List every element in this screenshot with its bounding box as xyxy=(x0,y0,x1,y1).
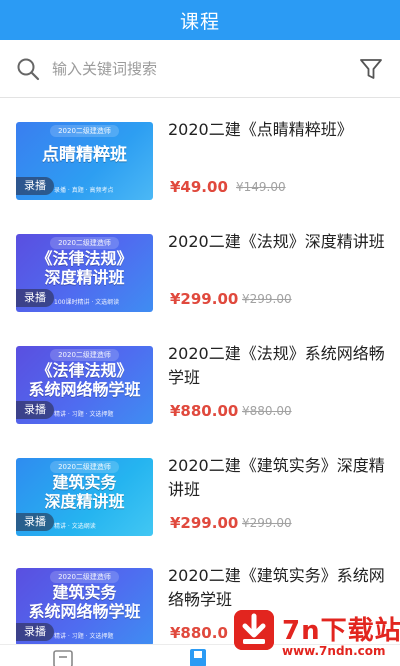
search-input[interactable] xyxy=(52,57,342,81)
course-price: ¥49.00 xyxy=(170,178,228,196)
thumb-subtitle: 精讲 · 习题 · 文选押题 xyxy=(54,633,114,640)
thumb-title: 建筑实务 深度精讲班 xyxy=(44,473,125,511)
course-original-price: ¥880.00 xyxy=(242,404,292,418)
thumb-title: 建筑实务 系统网络畅学班 xyxy=(28,583,141,621)
search-icon[interactable] xyxy=(16,57,40,81)
thumb-year: 2020二级建造师 xyxy=(50,125,119,137)
thumb-title: 《法律法规》 深度精讲班 xyxy=(36,249,133,287)
course-original-price: ¥149.00 xyxy=(236,180,286,194)
course-title[interactable]: 2020二建《法规》深度精讲班 xyxy=(168,230,388,254)
course-item[interactable]: 2020二级建造师 建筑实务 深度精讲班 精讲 · 文选纲读 录播 2020二建… xyxy=(0,448,400,560)
recorded-badge: 录播 xyxy=(16,623,54,641)
recorded-badge: 录播 xyxy=(16,289,54,307)
app-header: 课程 xyxy=(0,0,400,40)
course-title[interactable]: 2020二建《法规》系统网络畅学班 xyxy=(168,342,388,390)
course-original-price: ¥299.00 xyxy=(242,516,292,530)
thumb-subtitle: 精讲 · 习题 · 文选押题 xyxy=(54,411,114,418)
course-thumbnail[interactable]: 2020二级建造师 《法律法规》 深度精讲班 100课时精讲 · 文选纲读 录播 xyxy=(16,234,153,312)
course-price: ¥299.00 xyxy=(170,290,239,308)
recorded-badge: 录播 xyxy=(16,513,54,531)
thumb-year: 2020二级建造师 xyxy=(50,237,119,249)
thumb-subtitle: 精讲 · 文选纲读 xyxy=(54,523,96,530)
course-title[interactable]: 2020二建《点睛精粹班》 xyxy=(168,118,388,142)
recorded-badge: 录播 xyxy=(16,177,54,195)
course-price: ¥880.00 xyxy=(170,402,239,420)
watermark-name: 7n下载站 xyxy=(282,616,400,646)
thumb-title: 《法律法规》 系统网络畅学班 xyxy=(28,361,141,399)
search-bar xyxy=(0,40,400,98)
course-thumbnail[interactable]: 2020二级建造师 点睛精粹班 录播 · 真题 · 高频考点 录播 xyxy=(16,122,153,200)
filter-icon[interactable] xyxy=(358,56,384,82)
thumb-subtitle: 录播 · 真题 · 高频考点 xyxy=(54,187,114,194)
tab-home-icon[interactable] xyxy=(52,649,74,666)
course-item[interactable]: 2020二级建造师 《法律法规》 系统网络畅学班 精讲 · 习题 · 文选押题 … xyxy=(0,336,400,448)
download-logo-icon xyxy=(234,610,274,650)
page-title: 课程 xyxy=(179,10,220,33)
thumb-year: 2020二级建造师 xyxy=(50,571,119,583)
course-price: ¥880.0 xyxy=(170,624,228,642)
course-title[interactable]: 2020二建《建筑实务》深度精讲班 xyxy=(168,454,388,502)
thumb-year: 2020二级建造师 xyxy=(50,461,119,473)
recorded-badge: 录播 xyxy=(16,401,54,419)
thumb-subtitle: 100课时精讲 · 文选纲读 xyxy=(54,299,120,306)
course-item[interactable]: 2020二级建造师 《法律法规》 深度精讲班 100课时精讲 · 文选纲读 录播… xyxy=(0,224,400,336)
thumb-title: 点睛精粹班 xyxy=(42,145,127,165)
course-original-price: ¥299.00 xyxy=(242,292,292,306)
watermark-url: www.7ndn.com xyxy=(282,644,386,658)
course-thumbnail[interactable]: 2020二级建造师 建筑实务 系统网络畅学班 精讲 · 习题 · 文选押题 录播 xyxy=(16,568,153,646)
course-thumbnail[interactable]: 2020二级建造师 建筑实务 深度精讲班 精讲 · 文选纲读 录播 xyxy=(16,458,153,536)
tab-course-icon[interactable] xyxy=(188,648,208,666)
thumb-year: 2020二级建造师 xyxy=(50,349,119,361)
course-thumbnail[interactable]: 2020二级建造师 《法律法规》 系统网络畅学班 精讲 · 习题 · 文选押题 … xyxy=(16,346,153,424)
course-price: ¥299.00 xyxy=(170,514,239,532)
course-item[interactable]: 2020二级建造师 点睛精粹班 录播 · 真题 · 高频考点 录播 2020二建… xyxy=(0,112,400,224)
site-watermark: 7n下载站 www.7ndn.com xyxy=(230,604,400,662)
